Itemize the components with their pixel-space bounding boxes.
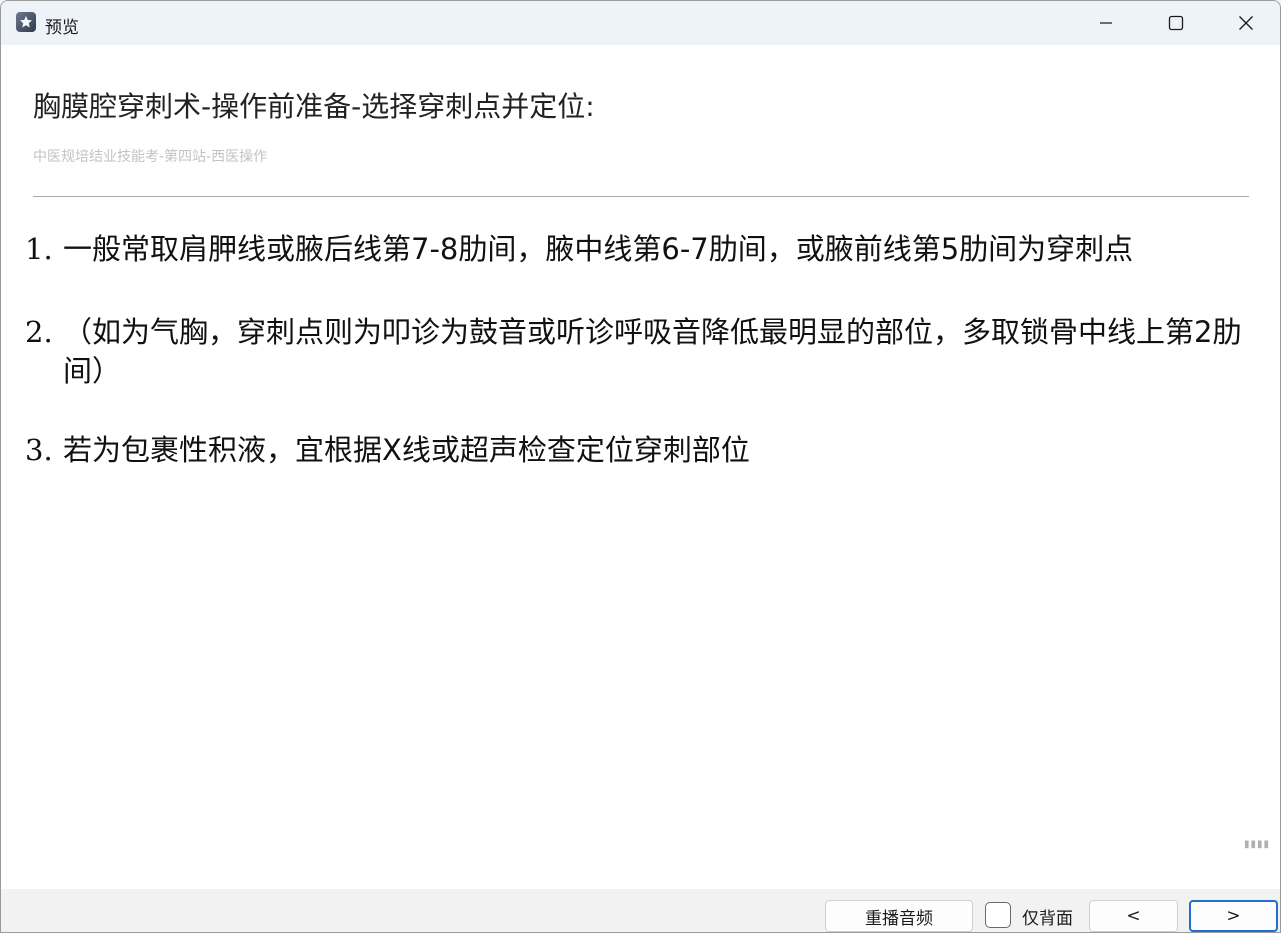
back-only-checkbox[interactable] bbox=[985, 902, 1011, 928]
minimize-button[interactable] bbox=[1071, 1, 1141, 45]
list-item-text: 若为包裹性积液，宜根据X线或超声检查定位穿刺部位 bbox=[63, 433, 750, 468]
back-only-label[interactable]: 仅背面 bbox=[1022, 904, 1073, 929]
maximize-button[interactable] bbox=[1141, 1, 1211, 45]
list-item-number: 1. bbox=[25, 232, 53, 266]
maximize-icon bbox=[1168, 15, 1184, 31]
previous-button[interactable]: < bbox=[1089, 900, 1178, 932]
list-item: 3. 若为包裹性积液，宜根据X线或超声检查定位穿刺部位 bbox=[25, 431, 1245, 470]
list-item: 2. （如为气胸，穿刺点则为叩诊为鼓音或听诊呼吸音降低最明显的部位，多取锁骨中线… bbox=[25, 313, 1245, 391]
close-icon bbox=[1239, 16, 1253, 30]
preview-content: 胸膜腔穿刺术-操作前准备-选择穿刺点并定位: 中医规培结业技能考-第四站-西医操… bbox=[1, 45, 1280, 889]
title-bar[interactable]: 预览 bbox=[1, 1, 1280, 45]
footer-bar: 重播音频 仅背面 < > bbox=[1, 889, 1280, 932]
list-item-text: （如为气胸，穿刺点则为叩诊为鼓音或听诊呼吸音降低最明显的部位，多取锁骨中线上第2… bbox=[63, 315, 1242, 389]
next-button[interactable]: > bbox=[1189, 900, 1278, 932]
list-item-text: 一般常取肩胛线或腋后线第7-8肋间，腋中线第6-7肋间，或腋前线第5肋间为穿刺点 bbox=[63, 232, 1134, 266]
app-icon bbox=[16, 12, 36, 32]
list-item-number: 3. bbox=[25, 433, 53, 468]
list-item-number: 2. bbox=[25, 315, 53, 350]
step-list: 1. 一般常取肩胛线或腋后线第7-8肋间，腋中线第6-7肋间，或腋前线第5肋间为… bbox=[25, 230, 1245, 515]
minimize-icon bbox=[1100, 22, 1112, 24]
preview-window: 预览 胸膜腔穿刺术-操作前准备-选择穿刺点并定位: 中医规培结业技能考-第四站-… bbox=[0, 0, 1281, 933]
page-subtitle: 中医规培结业技能考-第四站-西医操作 bbox=[33, 149, 268, 165]
window-title: 预览 bbox=[45, 18, 79, 38]
divider bbox=[33, 196, 1249, 197]
replay-audio-button[interactable]: 重播音频 bbox=[825, 900, 973, 932]
close-button[interactable] bbox=[1211, 1, 1280, 45]
resize-grip-icon[interactable]: ▮▮▮▮ bbox=[1244, 839, 1270, 850]
list-item: 1. 一般常取肩胛线或腋后线第7-8肋间，腋中线第6-7肋间，或腋前线第5肋间为… bbox=[25, 230, 1245, 269]
page-title: 胸膜腔穿刺术-操作前准备-选择穿刺点并定位: bbox=[33, 90, 595, 123]
